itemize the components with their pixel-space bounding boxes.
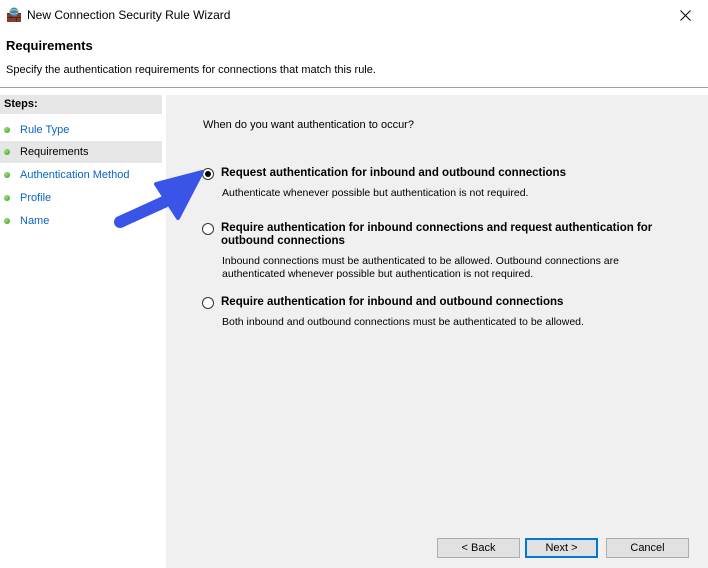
option-label[interactable]: Require authentication for inbound and o… — [221, 296, 681, 309]
option-description: Inbound connections must be authenticate… — [222, 255, 619, 280]
sidebar-item-label: Name — [20, 215, 50, 227]
wizard-header: Requirements Specify the authentication … — [0, 30, 708, 87]
sidebar-item-label: Profile — [20, 192, 52, 204]
green-dot-icon — [4, 172, 10, 178]
firewall-icon — [7, 7, 21, 22]
sidebar-item-rule-type[interactable]: Rule Type — [0, 119, 162, 141]
green-dot-icon — [4, 127, 10, 133]
option-description: Both inbound and outbound connections mu… — [222, 316, 584, 328]
title-bar: New Connection Security Rule Wizard — [0, 0, 708, 30]
cancel-button[interactable]: Cancel — [606, 538, 689, 558]
header-divider — [0, 87, 708, 88]
next-button[interactable]: Next > — [525, 538, 598, 558]
close-icon — [679, 9, 691, 21]
page-subtitle: Specify the authentication requirements … — [6, 64, 376, 76]
close-button[interactable] — [662, 0, 708, 30]
window-title: New Connection Security Rule Wizard — [27, 8, 231, 22]
page-title: Requirements — [6, 38, 93, 53]
green-dot-icon — [4, 218, 10, 224]
back-button[interactable]: < Back — [437, 538, 520, 558]
green-dot-icon — [4, 195, 10, 201]
option-label[interactable]: Request authentication for inbound and o… — [221, 167, 681, 180]
question-text: When do you want authentication to occur… — [203, 119, 414, 131]
option-description: Authenticate whenever possible but authe… — [222, 187, 529, 199]
radio-require-inbound-outbound[interactable] — [202, 297, 214, 309]
sidebar-item-requirements[interactable]: Requirements — [0, 141, 162, 163]
option-label[interactable]: Require authentication for inbound conne… — [221, 222, 681, 248]
main-panel: When do you want authentication to occur… — [166, 95, 708, 568]
green-dot-icon — [4, 149, 10, 155]
pointer-arrow-icon — [114, 170, 204, 228]
sidebar-item-label: Requirements — [20, 146, 89, 158]
steps-label: Steps: — [0, 95, 162, 114]
sidebar-item-label: Rule Type — [20, 124, 70, 136]
